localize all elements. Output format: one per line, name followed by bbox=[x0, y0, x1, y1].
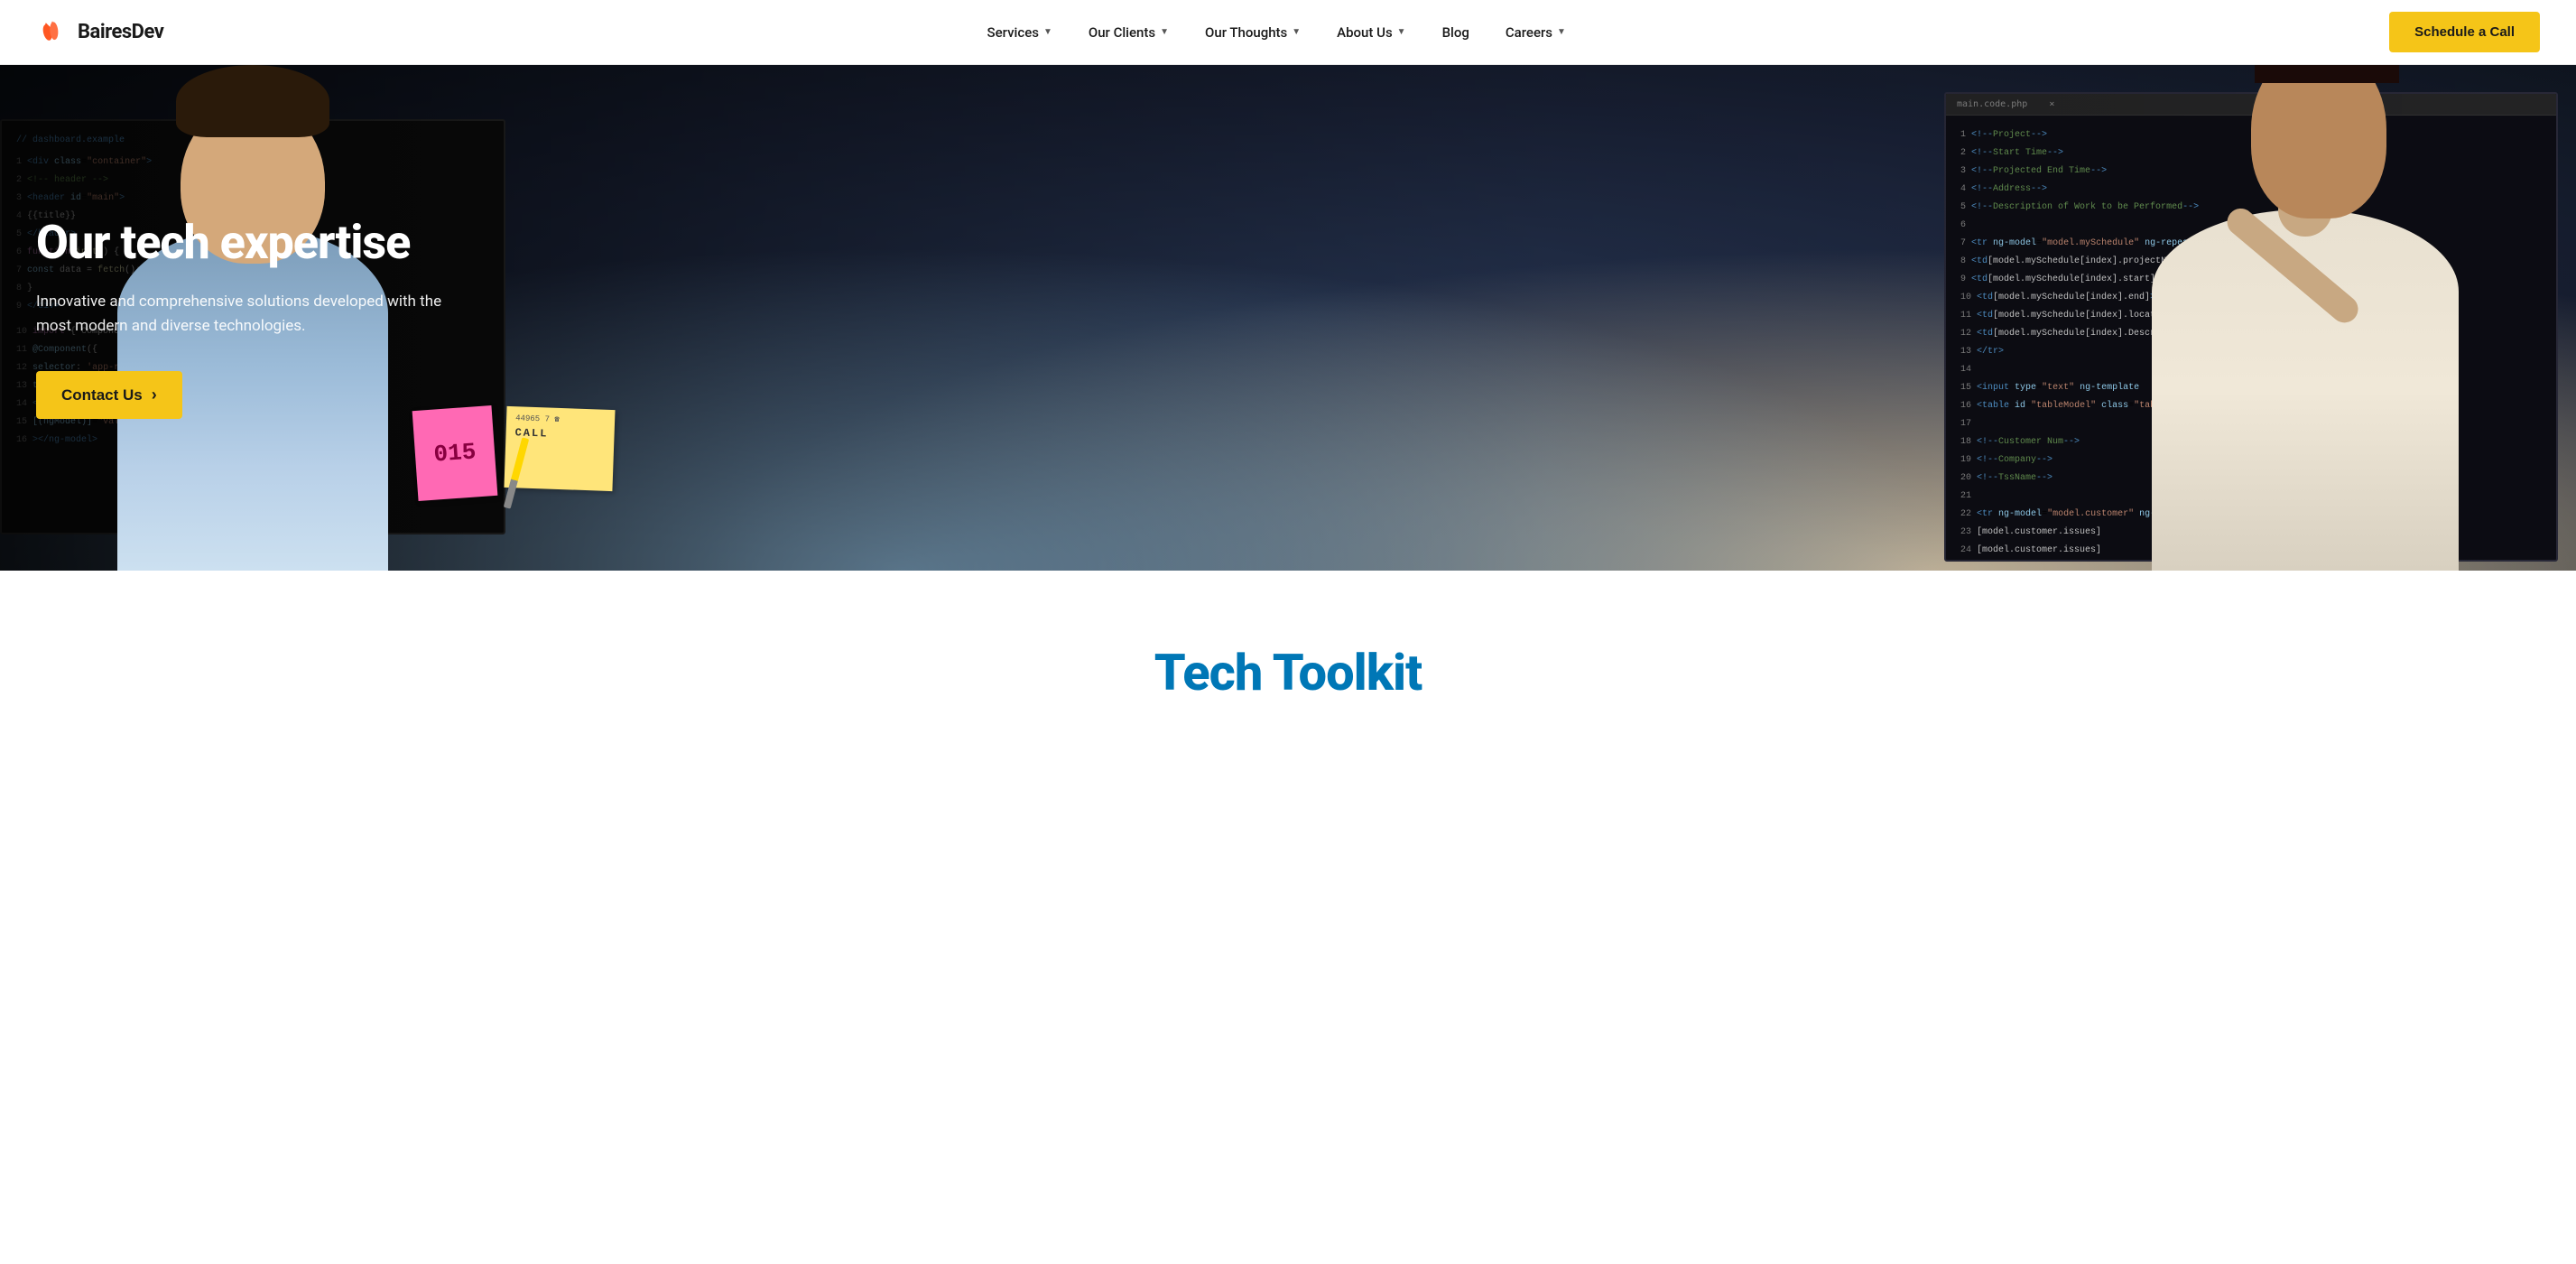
chevron-down-icon: ▼ bbox=[1397, 27, 1406, 37]
chevron-down-icon: ▼ bbox=[1043, 27, 1052, 37]
nav-our-thoughts[interactable]: Our Thoughts ▼ bbox=[1191, 17, 1315, 48]
tech-toolkit-title: Tech Toolkit bbox=[36, 643, 2540, 702]
hero-content: Our tech expertise Innovative and compre… bbox=[0, 65, 505, 571]
logo-icon bbox=[36, 16, 69, 49]
nav-careers[interactable]: Careers ▼ bbox=[1491, 17, 1580, 48]
navbar: BairesDev Services ▼ Our Clients ▼ Our T… bbox=[0, 0, 2576, 65]
nav-links: Services ▼ Our Clients ▼ Our Thoughts ▼ … bbox=[163, 17, 2389, 48]
chevron-down-icon: ▼ bbox=[1557, 27, 1566, 37]
hero-title: Our tech expertise bbox=[36, 217, 469, 268]
tech-toolkit-section: Tech Toolkit bbox=[0, 571, 2576, 775]
nav-services[interactable]: Services ▼ bbox=[973, 17, 1067, 48]
chevron-down-icon: ▼ bbox=[1160, 27, 1169, 37]
nav-our-clients[interactable]: Our Clients ▼ bbox=[1074, 17, 1183, 48]
nav-about-us[interactable]: About Us ▼ bbox=[1322, 17, 1420, 48]
schedule-call-button[interactable]: Schedule a Call bbox=[2389, 12, 2540, 52]
contact-us-button[interactable]: Contact Us › bbox=[36, 371, 182, 419]
hero-section: // dashboard.example 1 <div class="conta… bbox=[0, 65, 2576, 571]
hero-subtitle: Innovative and comprehensive solutions d… bbox=[36, 290, 469, 339]
person-front-silhouette bbox=[2125, 83, 2486, 571]
arrow-icon: › bbox=[152, 386, 157, 404]
logo-text: BairesDev bbox=[78, 21, 163, 43]
chevron-down-icon: ▼ bbox=[1292, 27, 1301, 37]
nav-blog[interactable]: Blog bbox=[1428, 17, 1484, 48]
logo[interactable]: BairesDev bbox=[36, 16, 163, 49]
